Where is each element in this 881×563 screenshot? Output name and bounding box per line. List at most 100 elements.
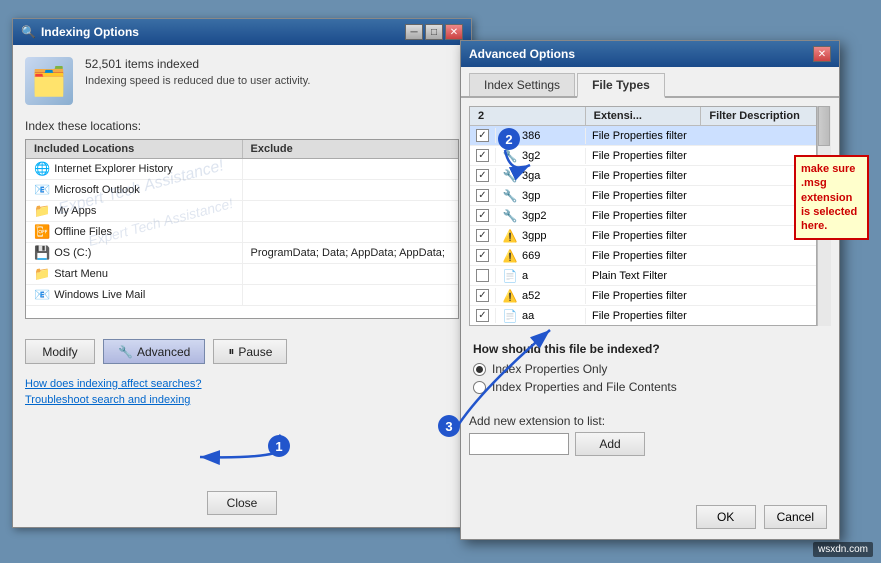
close-button[interactable]: ✕: [445, 24, 463, 40]
ext-filter-669: File Properties filter: [586, 249, 816, 263]
advanced-title-text: Advanced Options: [469, 47, 575, 61]
list-item[interactable]: 📁Start Menu: [26, 264, 458, 285]
how-indexed-section: How should this file be indexed? Index P…: [469, 336, 831, 404]
ext-checkbox-3gpp[interactable]: [470, 228, 496, 243]
location-name: 🌐Internet Explorer History: [26, 159, 243, 179]
add-ext-input[interactable]: [469, 433, 569, 455]
ext-row-a52[interactable]: ⚠️a52 File Properties filter: [470, 286, 816, 306]
ext-checkbox-aa[interactable]: [470, 308, 496, 323]
ext-checkbox-3gp2[interactable]: [470, 208, 496, 223]
location-exclude: [243, 293, 459, 297]
checkbox[interactable]: [476, 149, 489, 162]
ext-row-3g2[interactable]: 🔧3g2 File Properties filter: [470, 146, 816, 166]
indexing-titlebar: 🔍 Indexing Options ─ □ ✕: [13, 19, 471, 45]
ext-checkbox-3g2[interactable]: [470, 148, 496, 163]
annotation-circle-3: 3: [438, 415, 460, 437]
list-item[interactable]: 💾OS (C:) ProgramData; Data; AppData; App…: [26, 243, 458, 264]
checkbox[interactable]: [476, 309, 489, 322]
troubleshoot-link[interactable]: Troubleshoot search and indexing: [25, 394, 459, 406]
ext-checkbox-3ga[interactable]: [470, 168, 496, 183]
radio-button-properties[interactable]: [473, 363, 486, 376]
locations-header: Included Locations Exclude: [26, 140, 458, 159]
location-exclude: [243, 230, 459, 234]
radio-index-properties[interactable]: Index Properties Only: [473, 362, 827, 376]
how-indexed-label: How should this file be indexed?: [473, 342, 827, 356]
checkbox[interactable]: [476, 229, 489, 242]
ext-row-3gp[interactable]: 🔧3gp File Properties filter: [470, 186, 816, 206]
ext-filter-3gpp: File Properties filter: [586, 229, 816, 243]
ext-checkbox-a[interactable]: [470, 268, 496, 283]
ext-checkbox-3gp[interactable]: [470, 188, 496, 203]
ext-row-386[interactable]: 📄386 File Properties filter: [470, 126, 816, 146]
checkbox[interactable]: [476, 269, 489, 282]
checkbox[interactable]: [476, 209, 489, 222]
ok-button[interactable]: OK: [696, 505, 756, 529]
advanced-close-button[interactable]: ✕: [813, 46, 831, 62]
ext-row-3gpp[interactable]: ⚠️3gpp File Properties filter: [470, 226, 816, 246]
location-exclude: [243, 272, 459, 276]
ext-checkbox-386[interactable]: [470, 128, 496, 143]
location-name: 📴Offline Files: [26, 222, 243, 242]
location-name: 📧Microsoft Outlook: [26, 180, 243, 200]
advanced-footer: OK Cancel: [461, 505, 839, 529]
ext-name-3gp2: 🔧3gp2: [496, 208, 586, 224]
ext-row-669[interactable]: ⚠️669 File Properties filter: [470, 246, 816, 266]
ext-header: 2 Extensi... Filter Description: [470, 107, 816, 126]
col-exclude: Exclude: [243, 140, 459, 158]
ext-filter-3g2: File Properties filter: [586, 149, 816, 163]
checkbox[interactable]: [476, 129, 489, 142]
tab-index-settings[interactable]: Index Settings: [469, 73, 575, 96]
file-types-content: 2 Extensi... Filter Description 📄386 Fil…: [461, 98, 839, 464]
extensions-table[interactable]: 2 Extensi... Filter Description 📄386 Fil…: [469, 106, 817, 326]
add-ext-label: Add new extension to list:: [469, 414, 831, 428]
ext-name-a: 📄a: [496, 268, 586, 284]
ext-checkbox-a52[interactable]: [470, 288, 496, 303]
checkbox[interactable]: [476, 289, 489, 302]
locations-panel[interactable]: Included Locations Exclude Expert Tech A…: [25, 139, 459, 319]
minimize-button[interactable]: ─: [405, 24, 423, 40]
location-name: 💾OS (C:): [26, 243, 243, 263]
ext-filter-3ga: File Properties filter: [586, 169, 816, 183]
advanced-titlebar-controls: ✕: [813, 46, 831, 62]
maximize-button[interactable]: □: [425, 24, 443, 40]
list-item[interactable]: 🌐Internet Explorer History: [26, 159, 458, 180]
index-header: 🗂️ 52,501 items indexed Indexing speed i…: [25, 57, 459, 105]
ext-filter-a52: File Properties filter: [586, 289, 816, 303]
add-ext-row: Add: [469, 432, 831, 456]
list-item[interactable]: 📧Microsoft Outlook: [26, 180, 458, 201]
how-indexing-link[interactable]: How does indexing affect searches?: [25, 378, 459, 390]
radio-button-contents[interactable]: [473, 381, 486, 394]
ext-checkbox-669[interactable]: [470, 248, 496, 263]
location-name: 📁My Apps: [26, 201, 243, 221]
ext-name-669: ⚠️669: [496, 248, 586, 264]
ext-row-a[interactable]: 📄a Plain Text Filter: [470, 266, 816, 286]
annotation-circle-2: 2: [498, 128, 520, 150]
close-button-bottom[interactable]: Close: [207, 491, 277, 515]
ext-col-header: Extensi...: [586, 107, 702, 125]
radio-index-contents[interactable]: Index Properties and File Contents: [473, 380, 827, 394]
list-item[interactable]: 📧Windows Live Mail: [26, 285, 458, 306]
modify-button[interactable]: Modify: [25, 339, 95, 364]
ext-filter-3gp: File Properties filter: [586, 189, 816, 203]
list-item[interactable]: 📁My Apps: [26, 201, 458, 222]
cancel-button[interactable]: Cancel: [764, 505, 827, 529]
checkbox[interactable]: [476, 169, 489, 182]
scrollbar-thumb[interactable]: [818, 106, 830, 146]
indexing-title: 🔍 Indexing Options: [21, 25, 139, 39]
ext-row-3ga[interactable]: 🔧3ga File Properties filter: [470, 166, 816, 186]
checkbox[interactable]: [476, 189, 489, 202]
ext-row-aa[interactable]: 📄aa File Properties filter: [470, 306, 816, 326]
wsxdn-badge: wsxdn.com: [813, 542, 873, 557]
ext-row-3gp2[interactable]: 🔧3gp2 File Properties filter: [470, 206, 816, 226]
ext-name-a52: ⚠️a52: [496, 288, 586, 304]
pause-button[interactable]: ⏸ Pause: [213, 339, 287, 364]
list-item[interactable]: 📴Offline Files: [26, 222, 458, 243]
advanced-titlebar: Advanced Options ✕: [461, 41, 839, 67]
checkbox[interactable]: [476, 249, 489, 262]
ext-name-aa: 📄aa: [496, 308, 586, 324]
indexing-title-text: Indexing Options: [41, 25, 139, 39]
tab-file-types[interactable]: File Types: [577, 73, 665, 98]
items-indexed: 52,501 items indexed: [85, 57, 459, 71]
advanced-button[interactable]: 🔧 Advanced: [103, 339, 205, 364]
add-button[interactable]: Add: [575, 432, 645, 456]
